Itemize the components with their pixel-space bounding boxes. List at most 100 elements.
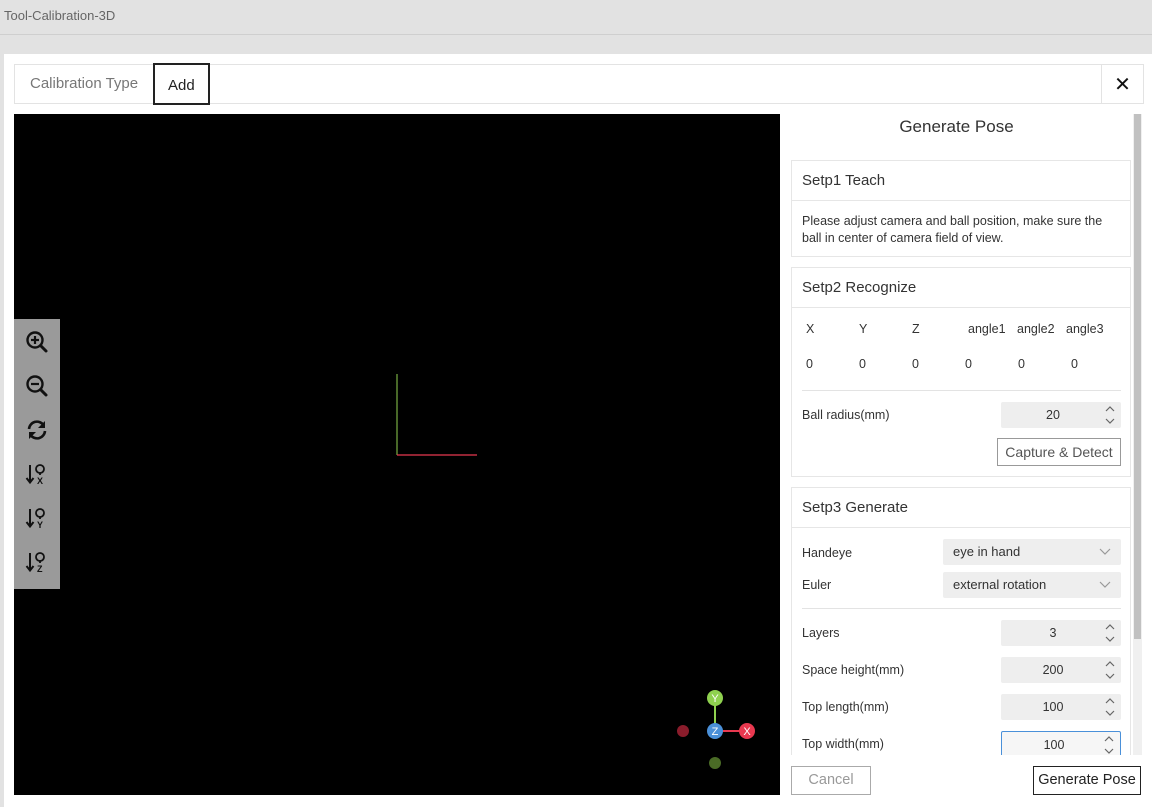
increment-button[interactable] (1102, 733, 1116, 744)
gizmo-neg-x-dot (677, 725, 689, 737)
ball-radius-label: Ball radius(mm) (802, 408, 890, 422)
top-length-label: Top length(mm) (802, 700, 889, 714)
view-y-icon: Y (25, 508, 45, 530)
title-bar: Tool-Calibration-3D (0, 0, 1152, 35)
chevron-up-icon (1105, 697, 1115, 703)
divider (802, 390, 1121, 391)
zoom-out-button[interactable] (22, 371, 52, 401)
decrement-button[interactable] (1103, 670, 1117, 681)
top-length-stepper[interactable]: 100 (1001, 694, 1121, 720)
generate-pose-button[interactable]: Generate Pose (1033, 766, 1141, 795)
chevron-down-icon (1099, 581, 1111, 588)
gizmo-x-label: X (743, 726, 751, 738)
decrement-button[interactable] (1102, 745, 1116, 755)
generate-pose-panel[interactable]: Generate Pose Setp1 Teach Please adjust … (780, 114, 1133, 755)
capture-detect-button[interactable]: Capture & Detect (997, 438, 1121, 466)
chevron-up-icon (1105, 660, 1115, 666)
close-button[interactable]: ✕ (1101, 65, 1143, 103)
scrollbar-thumb[interactable] (1134, 114, 1141, 639)
zoom-in-button[interactable] (22, 327, 52, 357)
refresh-icon (27, 420, 47, 440)
gizmo-neg-y-dot (709, 757, 721, 769)
coord-header-angle2: angle2 (1017, 322, 1055, 336)
space-height-value: 200 (1042, 663, 1064, 677)
cancel-button[interactable]: Cancel (791, 766, 871, 795)
coord-value-angle3: 0 (1071, 357, 1078, 371)
chevron-down-icon (1105, 673, 1115, 679)
increment-button[interactable] (1103, 621, 1117, 632)
increment-button[interactable] (1103, 403, 1117, 414)
panel-scrollbar[interactable] (1133, 114, 1142, 755)
step1-title: Setp1 Teach (792, 161, 1130, 201)
coord-header-z: Z (912, 322, 920, 336)
coord-header-angle1: angle1 (968, 322, 1006, 336)
3d-viewport[interactable]: Y Z X X Y Z (14, 114, 780, 795)
euler-value: external rotation (953, 577, 1047, 592)
coord-value-x: 0 (806, 357, 813, 371)
view-y-button[interactable]: Y (22, 503, 52, 533)
layers-label: Layers (802, 626, 840, 640)
coord-value-angle2: 0 (1018, 357, 1025, 371)
increment-button[interactable] (1103, 695, 1117, 706)
coord-header-y: Y (859, 322, 868, 336)
svg-text:Z: Z (37, 564, 43, 574)
ball-radius-value: 20 (1046, 408, 1060, 422)
chevron-up-icon (1104, 735, 1114, 741)
step2-title: Setp2 Recognize (792, 268, 1130, 308)
chevron-up-icon (1105, 405, 1115, 411)
ball-radius-stepper[interactable]: 20 (1001, 402, 1121, 428)
coord-header-angle3: angle3 (1066, 322, 1104, 336)
handeye-value: eye in hand (953, 544, 1021, 559)
chevron-down-icon (1105, 710, 1115, 716)
coord-value-z: 0 (912, 357, 919, 371)
axis-gizmo: Y Z X (677, 690, 755, 769)
chevron-down-icon (1105, 636, 1115, 642)
space-height-stepper[interactable]: 200 (1001, 657, 1121, 683)
top-width-value: 100 (1043, 738, 1065, 752)
view-toolbar: X Y Z (14, 319, 60, 589)
tab-calibration-type[interactable]: Calibration Type (16, 65, 152, 103)
view-x-icon: X (25, 464, 45, 486)
tab-bar: Calibration Type Add ✕ (14, 63, 1144, 105)
top-width-label: Top width(mm) (802, 737, 884, 751)
view-x-button[interactable]: X (22, 459, 52, 489)
decrement-button[interactable] (1103, 633, 1117, 644)
zoom-in-icon (26, 331, 48, 353)
space-height-label: Space height(mm) (802, 663, 905, 677)
top-length-value: 100 (1042, 700, 1064, 714)
decrement-button[interactable] (1103, 415, 1117, 426)
layers-value: 3 (1049, 626, 1057, 640)
window-title: Tool-Calibration-3D (4, 8, 116, 23)
decrement-button[interactable] (1103, 707, 1117, 718)
step1-card: Setp1 Teach Please adjust camera and bal… (791, 160, 1131, 257)
close-icon: ✕ (1114, 73, 1131, 96)
step2-card: Setp2 Recognize X Y Z angle1 angle2 angl… (791, 267, 1131, 477)
step3-title: Setp3 Generate (792, 488, 1130, 528)
handeye-label: Handeye (802, 546, 853, 560)
step1-description: Please adjust camera and ball position, … (802, 214, 1103, 245)
calibration-dialog: Calibration Type Add ✕ Y Z X X Y Z Gener… (4, 54, 1152, 807)
svg-text:X: X (37, 476, 43, 486)
chevron-down-icon (1105, 418, 1115, 424)
scene-canvas: Y Z X (396, 374, 755, 769)
view-z-button[interactable]: Z (22, 547, 52, 577)
gizmo-z-label: Z (712, 726, 719, 738)
chevron-down-icon (1104, 748, 1114, 754)
gizmo-y-label: Y (711, 693, 719, 705)
zoom-out-icon (26, 375, 48, 397)
chevron-up-icon (1105, 623, 1115, 629)
coord-value-angle1: 0 (965, 357, 972, 371)
coord-header-x: X (806, 322, 815, 336)
reset-view-button[interactable] (22, 415, 52, 445)
tab-add[interactable]: Add (153, 63, 210, 105)
panel-title: Generate Pose (899, 117, 1014, 136)
handeye-select[interactable]: eye in hand (943, 539, 1121, 565)
view-z-icon: Z (25, 552, 45, 574)
euler-label: Euler (802, 578, 832, 592)
increment-button[interactable] (1103, 658, 1117, 669)
euler-select[interactable]: external rotation (943, 572, 1121, 598)
coord-value-y: 0 (859, 357, 866, 371)
step3-card: Setp3 Generate Handeye eye in hand Euler… (791, 487, 1131, 755)
top-width-stepper[interactable]: 100 (1001, 731, 1121, 755)
layers-stepper[interactable]: 3 (1001, 620, 1121, 646)
